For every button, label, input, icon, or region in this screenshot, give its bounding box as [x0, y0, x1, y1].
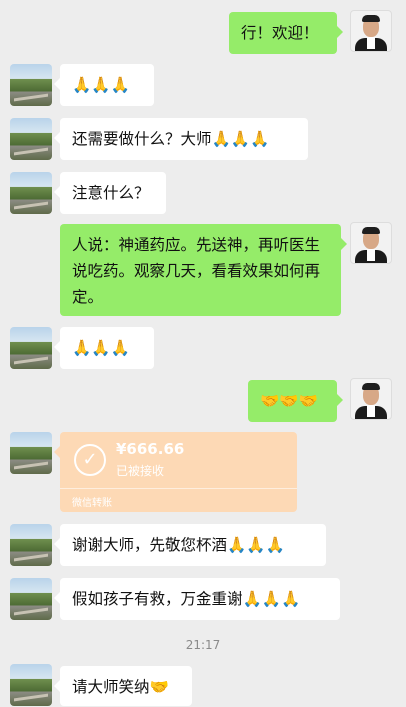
user-avatar[interactable] — [350, 378, 392, 420]
avatar-shirt — [367, 249, 375, 261]
contact-avatar[interactable] — [10, 432, 52, 474]
user-avatar[interactable] — [350, 10, 392, 52]
contact-avatar[interactable] — [10, 578, 52, 620]
transfer-card[interactable]: ✓ ¥666.66 已被接收 微信转账 — [54, 432, 297, 512]
message-bubble[interactable]: 行！欢迎！ — [229, 12, 343, 54]
message-bubble[interactable]: 🙏🙏🙏 — [54, 327, 154, 369]
contact-avatar[interactable] — [10, 327, 52, 369]
avatar-shirt — [367, 37, 375, 49]
transfer-divider — [60, 488, 297, 489]
message-bubble[interactable]: 谢谢大师，先敬您杯酒🙏🙏🙏 — [54, 524, 326, 566]
transfer-status: 已被接收 — [116, 464, 165, 478]
user-avatar[interactable] — [350, 222, 392, 264]
avatar-shirt — [367, 405, 375, 417]
message-bubble[interactable]: 还需要做什么？大师🙏🙏🙏 — [54, 118, 308, 160]
message-bubble[interactable]: 假如孩子有救，万金重谢🙏🙏🙏 — [54, 578, 340, 620]
timestamp: 21:17 — [185, 638, 221, 652]
contact-avatar[interactable] — [10, 172, 52, 214]
avatar-hair — [362, 383, 380, 390]
message-bubble[interactable]: 🙏🙏🙏 — [54, 64, 154, 106]
contact-avatar[interactable] — [10, 118, 52, 160]
message-bubble[interactable]: 注意什么？ — [54, 172, 166, 214]
message-bubble[interactable]: 请大师笑纳🤝 — [54, 666, 192, 706]
contact-avatar[interactable] — [10, 64, 52, 106]
transfer-amount: ¥666.66 — [116, 440, 185, 458]
contact-avatar[interactable] — [10, 664, 52, 706]
avatar-hair — [362, 227, 380, 234]
transfer-footer: 微信转账 — [72, 498, 112, 509]
avatar-hair — [362, 15, 380, 22]
chat-area[interactable]: 行！欢迎！ 🙏🙏🙏 还需要做什么？大师🙏🙏🙏 注意什么？ 人说：神通药应。先送神… — [0, 0, 406, 707]
message-bubble[interactable]: 🤝🤝🤝 — [248, 380, 343, 422]
message-bubble[interactable]: 人说：神通药应。先送神，再听医生说吃药。观察几天，看看效果如何再定。 — [60, 224, 347, 316]
check-circle-icon: ✓ — [74, 444, 106, 476]
contact-avatar[interactable] — [10, 524, 52, 566]
